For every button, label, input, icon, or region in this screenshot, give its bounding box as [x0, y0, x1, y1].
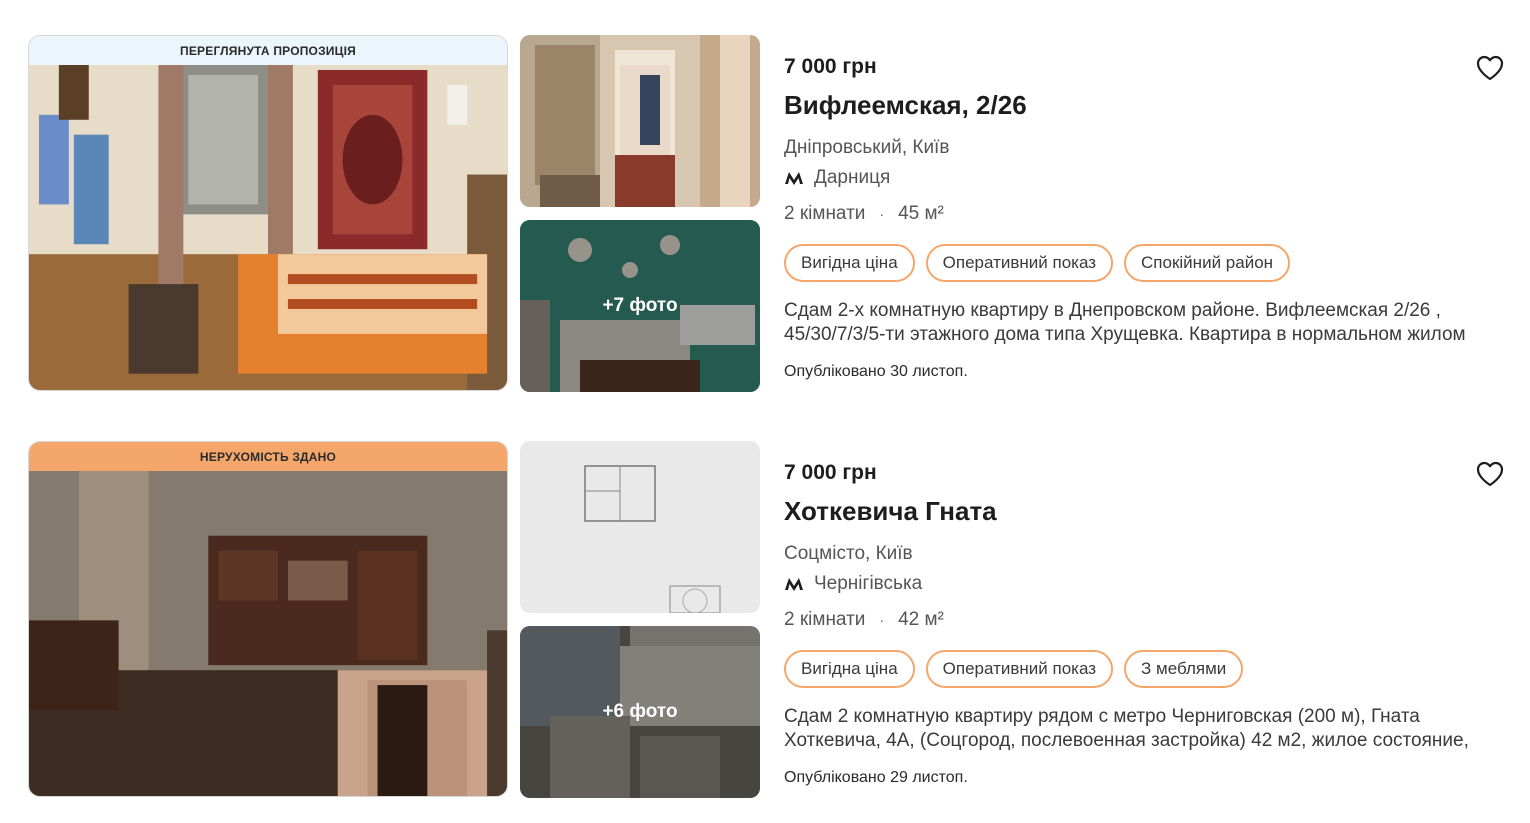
rooms-count: 2 кімнати — [784, 609, 866, 630]
separator-dot: · — [879, 612, 885, 628]
metro-name: Чернігівська — [814, 573, 923, 594]
room-photo — [29, 65, 507, 390]
listing-card[interactable]: ПЕРЕГЛЯНУТА ПРОПОЗИЦІЯ +7 фото 7 000 грн… — [0, 35, 1530, 395]
thumbnail-photo[interactable] — [520, 441, 760, 613]
rented-banner: НЕРУХОМІСТЬ ЗДАНО — [29, 442, 507, 471]
rooms-area: 2 кімнати · 45 м² — [784, 203, 944, 225]
metro-icon — [785, 172, 803, 185]
metro-station: Чернігівська — [784, 573, 922, 595]
listing-title[interactable]: Вифлеемская, 2/26 — [784, 90, 1027, 121]
price: 7 000 грн — [784, 461, 877, 484]
main-photo[interactable]: НЕРУХОМІСТЬ ЗДАНО — [28, 441, 508, 797]
tag-list: Вигідна ціна Оперативний показ Спокійний… — [784, 244, 1291, 282]
tag-chip[interactable]: Спокійний район — [1124, 244, 1291, 282]
rooms-count: 2 кімнати — [784, 203, 866, 224]
viewed-banner: ПЕРЕГЛЯНУТА ПРОПОЗИЦІЯ — [29, 36, 507, 65]
listing-card[interactable]: НЕРУХОМІСТЬ ЗДАНО +6 фото 7 000 грн Хотк… — [0, 441, 1530, 801]
area: 42 м² — [898, 609, 944, 630]
metro-icon — [785, 578, 803, 591]
price: 7 000 грн — [784, 55, 877, 78]
thumbnail-photo[interactable] — [520, 35, 760, 207]
published-date: Опубліковано 29 листоп. — [784, 769, 968, 786]
tag-list: Вигідна ціна Оперативний показ З меблями — [784, 650, 1244, 688]
area: 45 м² — [898, 203, 944, 224]
tag-chip[interactable]: Оперативний показ — [925, 244, 1114, 282]
listing-title[interactable]: Хоткевича Гната — [784, 496, 997, 527]
more-photos-overlay: +7 фото — [520, 220, 760, 392]
room-photo — [29, 471, 507, 796]
tag-chip[interactable]: Оперативний показ — [925, 650, 1114, 688]
floor-plan-photo — [520, 441, 760, 613]
metro-station: Дарниця — [784, 167, 890, 189]
separator-dot: · — [879, 206, 885, 222]
tag-chip[interactable]: З меблями — [1124, 650, 1244, 688]
thumbnail-photo-more[interactable]: +7 фото — [520, 220, 760, 392]
tag-chip[interactable]: Вигідна ціна — [784, 244, 915, 282]
district: Соцмісто, Київ — [784, 543, 913, 564]
metro-name: Дарниця — [814, 167, 891, 188]
favorite-heart-icon[interactable] — [1476, 55, 1504, 81]
published-date: Опубліковано 30 листоп. — [784, 363, 968, 380]
more-photos-overlay: +6 фото — [520, 626, 760, 798]
description: Сдам 2 комнатную квартиру рядом с метро … — [784, 706, 1469, 751]
main-photo[interactable]: ПЕРЕГЛЯНУТА ПРОПОЗИЦІЯ — [28, 35, 508, 391]
favorite-heart-icon[interactable] — [1476, 461, 1504, 487]
thumbnail-photo-more[interactable]: +6 фото — [520, 626, 760, 798]
rooms-area: 2 кімнати · 42 м² — [784, 609, 944, 631]
tag-chip[interactable]: Вигідна ціна — [784, 650, 915, 688]
district: Дніпровський, Київ — [784, 137, 950, 158]
description: Сдам 2-х комнатную квартиру в Днепровско… — [784, 300, 1466, 345]
hallway-photo — [520, 35, 760, 207]
